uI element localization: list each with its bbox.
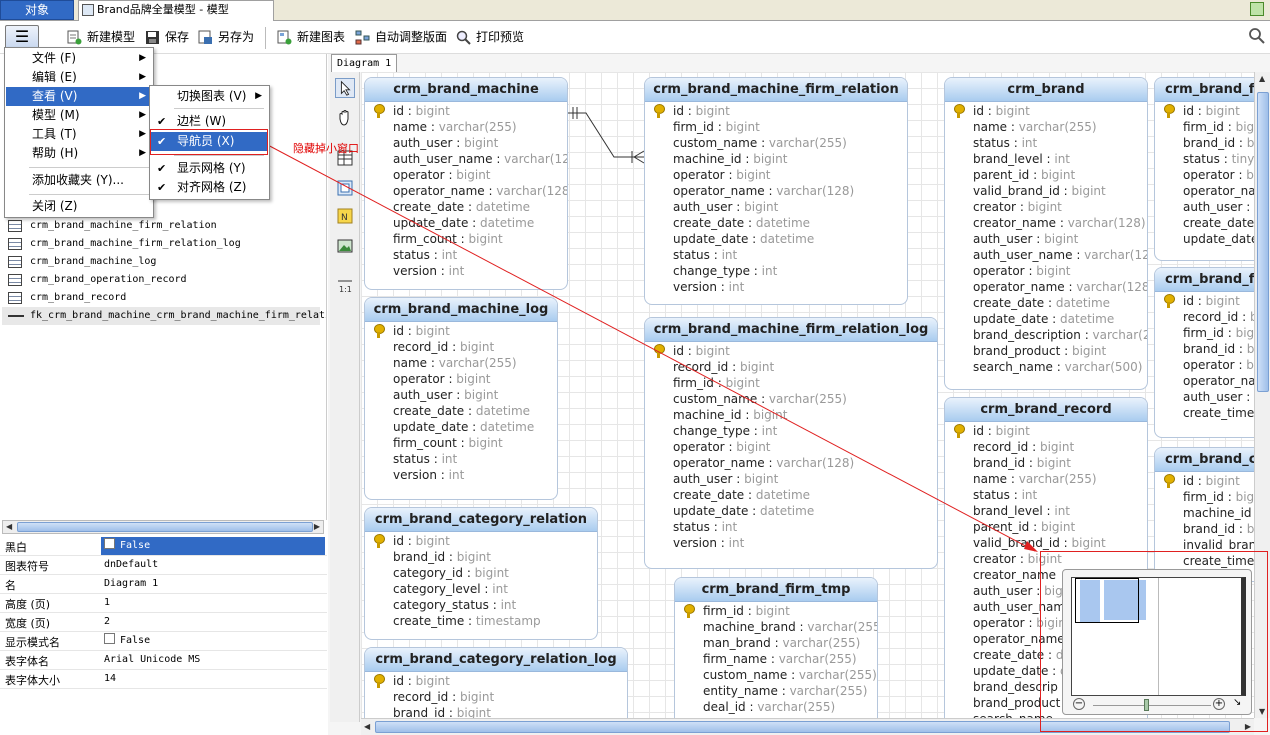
annotation-box-menu xyxy=(150,129,268,155)
menu-divider xyxy=(174,108,264,109)
menu-item-close[interactable]: 关闭 (Z) xyxy=(6,197,152,216)
menu-item-model[interactable]: 模型 (M) ▶ xyxy=(6,106,152,125)
menu-item-label: 添加收藏夹 (Y)... xyxy=(32,173,124,187)
menu-item-show-grid[interactable]: ✔ 显示网格 (Y) xyxy=(151,159,268,178)
menu-item-label: 查看 (V) xyxy=(32,89,78,103)
menu-item-help[interactable]: 帮助 (H) ▶ xyxy=(6,144,152,163)
menu-item-label: 切换图表 (V) xyxy=(177,89,247,103)
menu-item-label: 工具 (T) xyxy=(32,127,77,141)
menu-item-label: 模型 (M) xyxy=(32,108,80,122)
menu-item-label: 文件 (F) xyxy=(32,51,77,65)
menu-item-align-grid[interactable]: ✔ 对齐网格 (Z) xyxy=(151,178,268,197)
menu-item-label: 帮助 (H) xyxy=(32,146,79,160)
submenu-arrow-icon: ▶ xyxy=(255,91,262,101)
menu-item-label: 显示网格 (Y) xyxy=(177,161,246,175)
menu-item-view[interactable]: 查看 (V) ▶ xyxy=(6,87,152,106)
submenu-arrow-icon: ▶ xyxy=(139,53,146,63)
menu-item-label: 编辑 (E) xyxy=(32,70,77,84)
submenu-arrow-icon: ▶ xyxy=(139,148,146,158)
menu-divider xyxy=(174,155,264,156)
menu-item-switch-diagram[interactable]: 切换图表 (V) ▶ xyxy=(151,87,268,106)
menu-item-label: 对齐网格 (Z) xyxy=(177,180,247,194)
menu-divider xyxy=(29,194,149,195)
main-menu: 文件 (F) ▶ 编辑 (E) ▶ 查看 (V) ▶ 模型 (M) ▶ 工具 (T) ▶ … xyxy=(4,47,154,218)
annotation-text: 隐藏掉小窗口 xyxy=(293,142,359,155)
menu-item-edit[interactable]: 编辑 (E) ▶ xyxy=(6,68,152,87)
checkmark-icon: ✔ xyxy=(157,162,167,175)
menu-divider xyxy=(29,167,149,168)
submenu-arrow-icon: ▶ xyxy=(139,110,146,120)
submenu-arrow-icon: ▶ xyxy=(139,91,146,101)
submenu-arrow-icon: ▶ xyxy=(139,72,146,82)
menu-item-add-favorite[interactable]: 添加收藏夹 (Y)... xyxy=(6,171,152,190)
menu-item-tools[interactable]: 工具 (T) ▶ xyxy=(6,125,152,144)
submenu-arrow-icon: ▶ xyxy=(139,129,146,139)
checkmark-icon: ✔ xyxy=(157,181,167,194)
menu-item-label: 关闭 (Z) xyxy=(32,199,78,213)
menu-item-label: 边栏 (W) xyxy=(177,114,227,128)
menu-item-file[interactable]: 文件 (F) ▶ xyxy=(6,49,152,68)
